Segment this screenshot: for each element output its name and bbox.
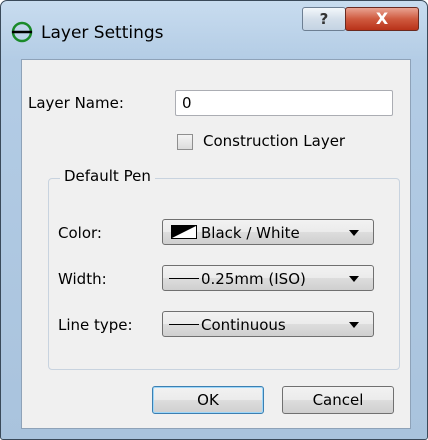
color-select[interactable]: Black / White bbox=[162, 219, 374, 245]
close-button[interactable]: X bbox=[345, 7, 419, 31]
line-icon bbox=[169, 324, 199, 325]
dialog-title: Layer Settings bbox=[41, 23, 164, 43]
line-type-value: Continuous bbox=[201, 316, 286, 334]
width-value: 0.25mm (ISO) bbox=[201, 270, 306, 288]
black-white-swatch-icon bbox=[171, 225, 197, 239]
construction-layer-checkbox[interactable] bbox=[177, 134, 193, 150]
help-button[interactable]: ? bbox=[302, 7, 346, 31]
chevron-down-icon bbox=[349, 230, 359, 236]
line-type-label: Line type: bbox=[58, 316, 133, 334]
layer-name-label: Layer Name: bbox=[28, 94, 124, 112]
ok-button[interactable]: OK bbox=[152, 386, 264, 414]
layer-name-input[interactable]: 0 bbox=[175, 90, 393, 116]
dialog-body: Layer Name: 0 Construction Layer Default… bbox=[21, 59, 411, 429]
layer-icon bbox=[11, 21, 33, 43]
default-pen-title: Default Pen bbox=[60, 167, 155, 185]
construction-layer-label[interactable]: Construction Layer bbox=[203, 132, 345, 150]
color-value: Black / White bbox=[201, 224, 300, 242]
chevron-down-icon bbox=[349, 322, 359, 328]
layer-settings-dialog: Layer Settings ? X Layer Name: 0 Constru… bbox=[0, 0, 428, 440]
title-bar[interactable]: Layer Settings ? X bbox=[1, 1, 427, 59]
width-select[interactable]: 0.25mm (ISO) bbox=[162, 265, 374, 291]
width-label: Width: bbox=[58, 270, 107, 288]
chevron-down-icon bbox=[349, 276, 359, 282]
line-icon bbox=[169, 278, 199, 279]
line-type-select[interactable]: Continuous bbox=[162, 311, 374, 337]
cancel-button[interactable]: Cancel bbox=[282, 386, 394, 414]
color-label: Color: bbox=[58, 224, 102, 242]
